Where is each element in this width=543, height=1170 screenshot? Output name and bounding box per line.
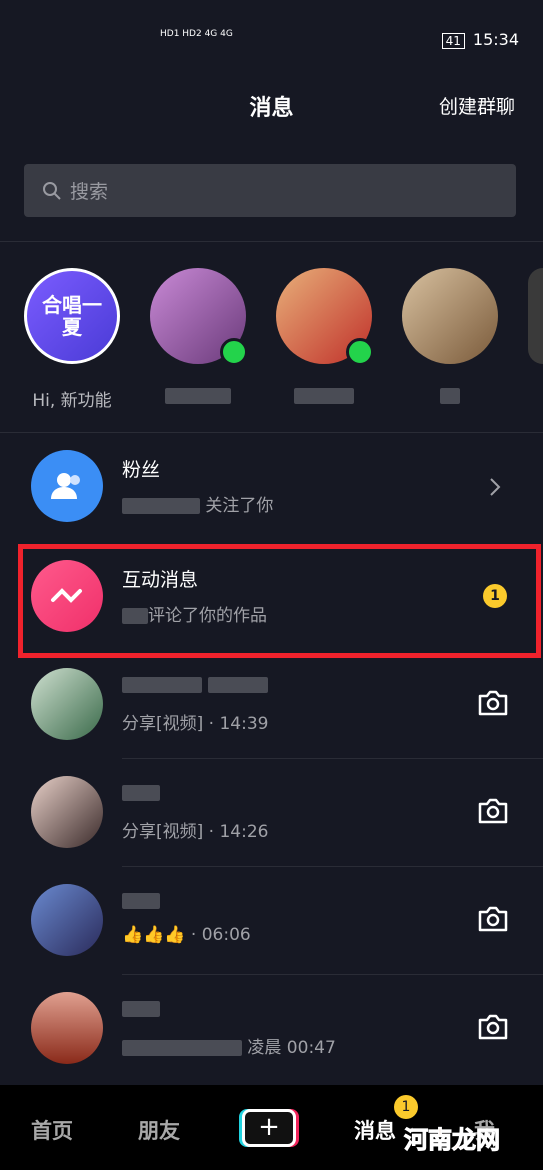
fans-icon bbox=[31, 450, 103, 522]
avatar bbox=[150, 268, 248, 366]
search-input[interactable]: 搜索 bbox=[24, 164, 516, 217]
stories-bar: 合唱一夏 Hi, 新功能 bbox=[0, 268, 543, 418]
row-subtitle: 分享[视频] · 14:26 bbox=[122, 822, 269, 842]
blurred-name bbox=[122, 1040, 242, 1056]
row-name: 粉丝 bbox=[122, 459, 161, 481]
online-indicator bbox=[220, 338, 248, 366]
story-new-feature[interactable]: 合唱一夏 Hi, 新功能 bbox=[24, 268, 120, 411]
chat-row[interactable]: 分享[视频] · 14:39 bbox=[0, 651, 543, 759]
story-item[interactable] bbox=[150, 268, 248, 406]
divider bbox=[0, 241, 543, 242]
blurred-name bbox=[122, 498, 200, 514]
search-icon bbox=[43, 181, 61, 200]
blurred-name bbox=[208, 676, 269, 693]
row-subtitle: 关注了你 bbox=[205, 496, 274, 516]
blurred-name bbox=[122, 1000, 160, 1017]
camera-icon[interactable] bbox=[477, 905, 509, 933]
chat-row[interactable]: 分享[视频] · 14:26 bbox=[0, 759, 543, 867]
blurred-name bbox=[122, 784, 160, 801]
avatar bbox=[31, 776, 103, 848]
avatar: 合唱一夏 bbox=[24, 268, 120, 364]
avatar bbox=[31, 992, 103, 1064]
avatar bbox=[31, 668, 103, 740]
highlight-box bbox=[18, 544, 541, 658]
story-item[interactable] bbox=[528, 268, 543, 364]
messages-badge: 1 bbox=[394, 1095, 418, 1119]
blurred-name bbox=[122, 892, 160, 909]
online-indicator bbox=[346, 338, 374, 366]
search-placeholder: 搜索 bbox=[70, 181, 109, 203]
network-indicators: HD1 HD2 4G 4G bbox=[160, 29, 233, 39]
create-group-button[interactable]: 创建群聊 bbox=[439, 92, 515, 119]
avatar bbox=[528, 268, 543, 364]
create-post-button[interactable]: + bbox=[242, 1109, 296, 1147]
fans-row[interactable]: 粉丝 关注了你 bbox=[0, 433, 543, 541]
camera-icon[interactable] bbox=[477, 1013, 509, 1041]
blurred-name bbox=[440, 388, 460, 404]
blurred-name bbox=[122, 676, 202, 693]
row-subtitle: 凌晨 00:47 bbox=[247, 1038, 336, 1058]
tab-home[interactable]: 首页 bbox=[31, 1115, 73, 1145]
story-label: Hi, 新功能 bbox=[32, 391, 112, 411]
clock: 15:34 bbox=[472, 30, 519, 49]
chat-row[interactable]: 凌晨 00:47 bbox=[0, 975, 543, 1083]
avatar bbox=[31, 884, 103, 956]
avatar bbox=[276, 268, 374, 366]
blurred-name bbox=[165, 388, 231, 404]
story-item[interactable] bbox=[402, 268, 498, 406]
row-subtitle: 👍👍👍 · 06:06 bbox=[122, 925, 251, 945]
blurred-name bbox=[294, 388, 354, 404]
chevron-right-icon bbox=[490, 478, 501, 496]
avatar bbox=[402, 268, 498, 364]
story-item[interactable] bbox=[276, 268, 374, 406]
watermark: 河南龙网 bbox=[404, 1126, 501, 1155]
tab-messages[interactable]: 消息 bbox=[354, 1115, 396, 1145]
tab-friends[interactable]: 朋友 bbox=[138, 1115, 180, 1145]
battery-indicator: 41 bbox=[441, 33, 465, 49]
camera-icon[interactable] bbox=[477, 689, 509, 717]
camera-icon[interactable] bbox=[477, 797, 509, 825]
chat-row[interactable]: 👍👍👍 · 06:06 bbox=[0, 867, 543, 975]
status-bar: HD1 HD2 4G 4G 41 15:34 bbox=[0, 0, 543, 80]
row-subtitle: 分享[视频] · 14:39 bbox=[122, 714, 269, 734]
